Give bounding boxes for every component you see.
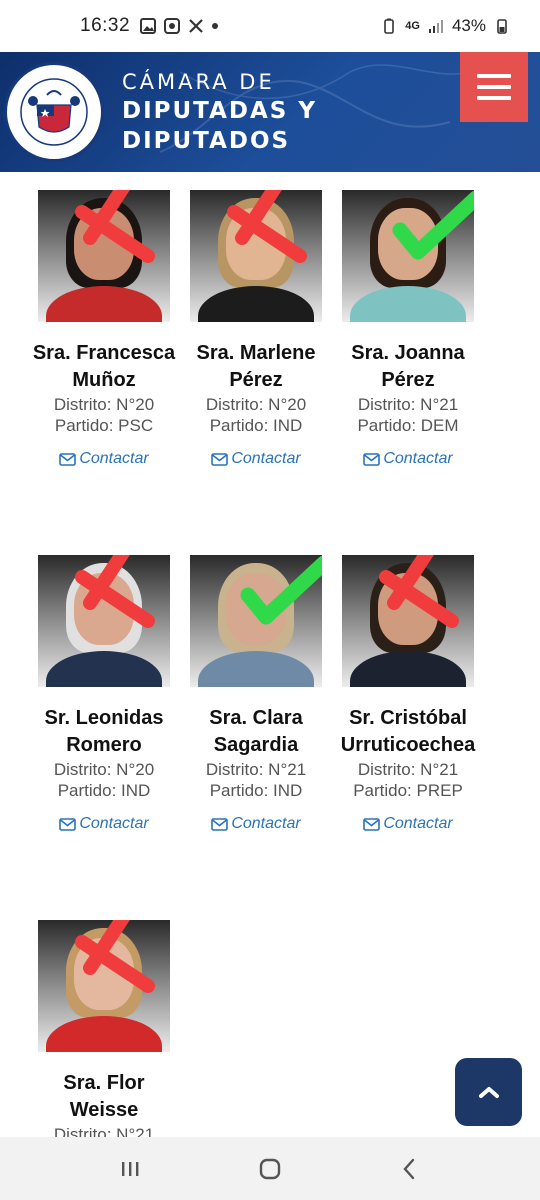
brand-line-2: DIPUTADAS Y	[122, 98, 318, 124]
member-photo[interactable]	[190, 190, 322, 322]
contact-label: Contactar	[79, 450, 149, 467]
mail-icon	[363, 817, 381, 831]
contact-link[interactable]: Contactar	[181, 450, 331, 468]
member-party: Partido: IND	[209, 781, 303, 800]
more-notifications-icon	[212, 23, 219, 29]
member-name[interactable]: Sra. Marlene Pérez	[181, 340, 331, 394]
signal-icon	[428, 20, 443, 33]
member-district: Distrito: N°21	[357, 760, 459, 779]
contact-label: Contactar	[231, 815, 301, 832]
status-right: 4G 43%	[381, 16, 510, 36]
scroll-top-button[interactable]	[455, 1058, 522, 1126]
site-title[interactable]: CÁMARA DE DIPUTADAS Y DIPUTADOS	[122, 68, 317, 156]
hamburger-menu-button[interactable]	[460, 52, 528, 122]
member-photo[interactable]	[38, 920, 170, 1052]
member-card: Sr. Cristóbal Urruticoechea Distrito: N°…	[333, 555, 483, 833]
member-card: Sr. Leonidas Romero Distrito: N°20 Parti…	[29, 555, 179, 833]
member-district: Distrito: N°21	[205, 760, 307, 779]
check-mark	[240, 555, 322, 625]
android-navigation-bar	[0, 1137, 540, 1200]
contact-link[interactable]: Contactar	[333, 815, 483, 833]
cross-mark	[75, 555, 155, 628]
member-card: Sra. Marlene Pérez Distrito: N°20 Partid…	[181, 190, 331, 468]
contact-link[interactable]: Contactar	[29, 450, 179, 468]
gallery-icon	[140, 18, 157, 34]
member-district: Distrito: N°20	[53, 395, 155, 414]
status-bar: 16:32 4G 43%	[0, 0, 540, 52]
contact-link[interactable]: Contactar	[333, 450, 483, 468]
member-name[interactable]: Sr. Cristóbal Urruticoechea	[333, 705, 483, 759]
battery-percent: 43%	[451, 16, 486, 35]
cross-mark	[75, 190, 155, 263]
member-party: Partido: PREP	[353, 781, 463, 800]
mail-icon	[59, 452, 77, 466]
member-party: Partido: IND	[57, 781, 151, 800]
member-district: Distrito: N°21	[357, 395, 459, 414]
member-name[interactable]: Sr. Leonidas Romero	[29, 705, 179, 759]
chevron-up-icon	[478, 1087, 499, 1098]
contact-label: Contactar	[383, 450, 453, 467]
member-photo[interactable]	[190, 555, 322, 687]
back-icon[interactable]	[398, 1157, 422, 1181]
member-photo[interactable]	[38, 555, 170, 687]
mail-icon	[211, 817, 229, 831]
contact-label: Contactar	[231, 450, 301, 467]
recent-apps-icon[interactable]	[118, 1157, 142, 1181]
cross-mark	[227, 190, 307, 263]
mail-icon	[211, 452, 229, 466]
mail-icon	[363, 452, 381, 466]
member-photo[interactable]	[342, 190, 474, 322]
member-card: Sra. Clara Sagardia Distrito: N°21 Parti…	[181, 555, 331, 833]
brand-line-1: CÁMARA DE	[122, 70, 275, 94]
chamber-seal-logo[interactable]	[4, 62, 104, 162]
home-icon[interactable]	[258, 1157, 282, 1181]
member-card: Sra. Joanna Pérez Distrito: N°21 Partido…	[333, 190, 483, 468]
member-party: Partido: PSC	[54, 416, 154, 435]
contact-label: Contactar	[79, 815, 149, 832]
member-photo[interactable]	[38, 190, 170, 322]
member-name[interactable]: Sra. Flor Weisse	[29, 1070, 179, 1124]
contact-label: Contactar	[383, 815, 453, 832]
member-party: Partido: IND	[209, 416, 303, 435]
screen: 16:32 4G 43% CÁMARA DE DIPUTADAS Y DIPUT…	[0, 0, 540, 1200]
site-header: CÁMARA DE DIPUTADAS Y DIPUTADOS	[0, 52, 540, 172]
camera-icon	[164, 18, 181, 34]
brand-line-3: DIPUTADOS	[122, 128, 291, 154]
battery-icon	[497, 19, 507, 34]
check-mark	[392, 190, 474, 260]
member-name[interactable]: Sra. Clara Sagardia	[181, 705, 331, 759]
notification-icons	[140, 18, 219, 34]
mail-icon	[59, 817, 77, 831]
member-name[interactable]: Sra. Joanna Pérez	[333, 340, 483, 394]
cross-mark	[75, 920, 155, 993]
member-district: Distrito: N°20	[53, 760, 155, 779]
cross-mark	[379, 555, 459, 628]
status-time: 16:32	[80, 15, 131, 36]
battery-saver-icon	[384, 18, 395, 34]
member-district: Distrito: N°20	[205, 395, 307, 414]
x-logo-icon	[189, 19, 203, 33]
hamburger-icon	[477, 74, 511, 78]
contact-link[interactable]: Contactar	[181, 815, 331, 833]
member-name[interactable]: Sra. Francesca Muñoz	[29, 340, 179, 394]
contact-link[interactable]: Contactar	[29, 815, 179, 833]
member-card: Sra. Francesca Muñoz Distrito: N°20 Part…	[29, 190, 179, 468]
member-photo[interactable]	[342, 555, 474, 687]
member-party: Partido: DEM	[357, 416, 459, 435]
network-type: 4G	[405, 20, 420, 32]
